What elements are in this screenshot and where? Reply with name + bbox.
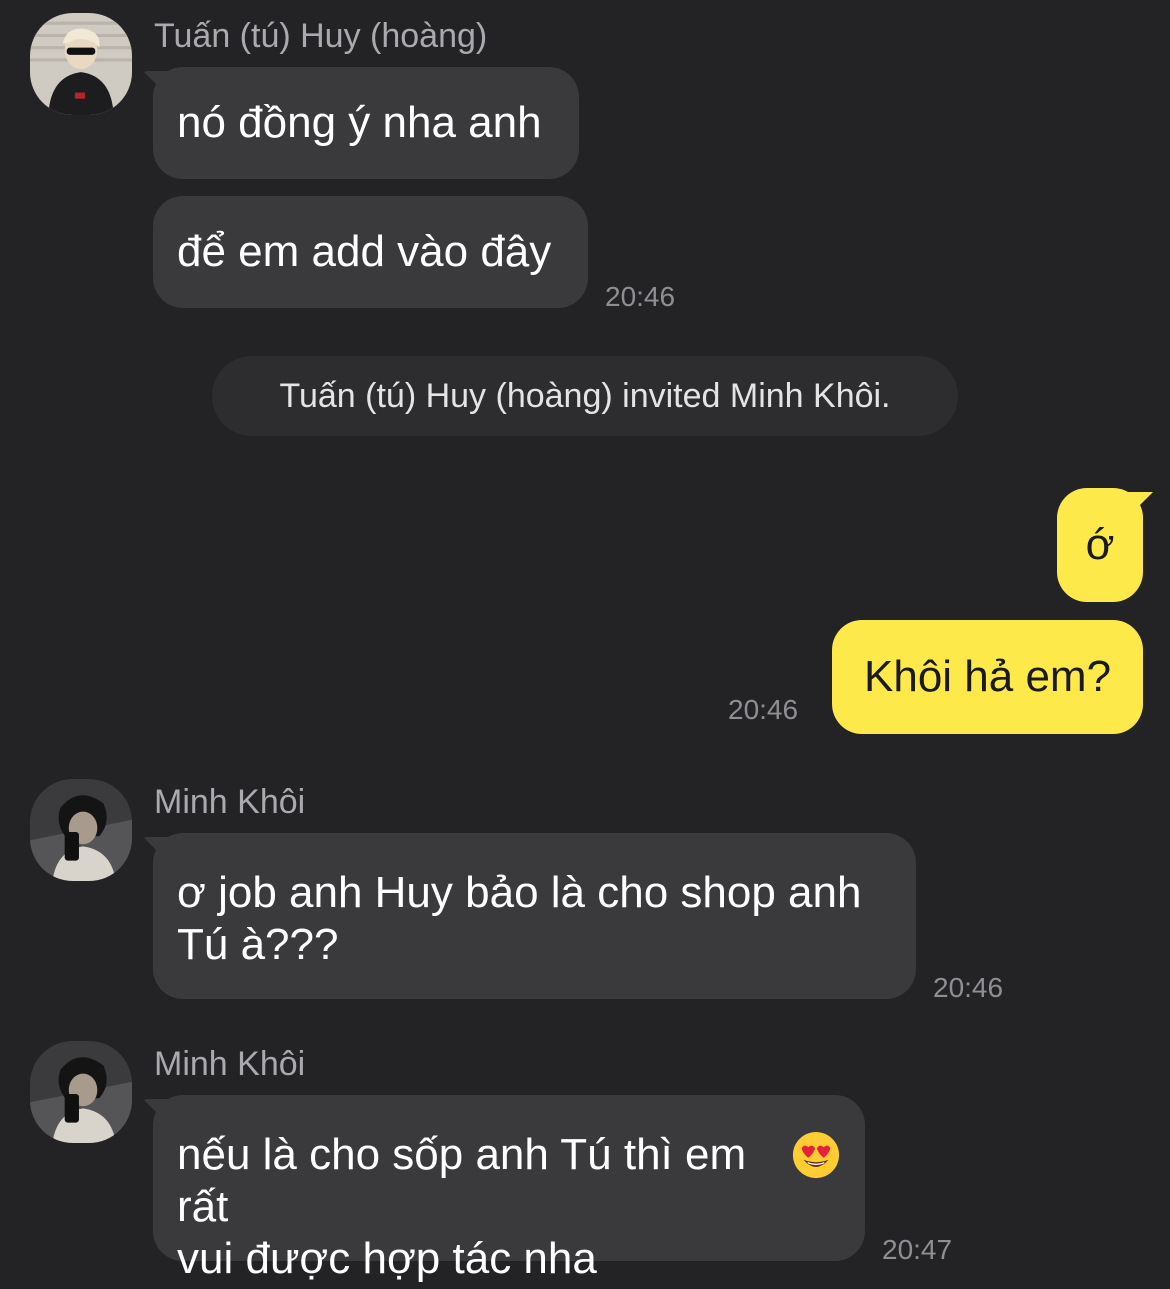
avatar-image [30, 779, 132, 881]
sender-name: Minh Khôi [154, 783, 306, 821]
message-timestamp: 20:47 [882, 1234, 953, 1265]
chat-screen: Tuấn (tú) Huy (hoàng) nó đồng ý nha anh … [0, 0, 1170, 1289]
avatar-tuan-huy[interactable] [30, 13, 132, 115]
avatar-image [30, 1041, 132, 1143]
system-notice: Tuấn (tú) Huy (hoàng) invited Minh Khôi. [212, 356, 958, 436]
message-timestamp: 20:46 [605, 281, 676, 312]
message-bubble[interactable]: ơ job anh Huy bảo là cho shop anh Tú à??… [153, 833, 916, 999]
sender-name: Tuấn (tú) Huy (hoàng) [154, 17, 488, 55]
avatar-image [30, 13, 132, 115]
message-text: ơ job anh Huy bảo là cho shop anh Tú à??… [177, 868, 862, 969]
my-message-bubble[interactable]: ớ [1057, 488, 1143, 602]
message-text: nếu là cho sốp anh Tú thì em rất vui đượ… [177, 1130, 747, 1283]
heart-eyes-emoji-icon [792, 1131, 840, 1179]
message-bubble[interactable]: nó đồng ý nha anh [153, 67, 579, 179]
message-timestamp: 20:46 [933, 972, 1004, 1003]
message-timestamp: 20:46 [728, 694, 799, 725]
avatar-minh-khoi[interactable] [30, 779, 132, 881]
message-text: ớ [1085, 520, 1115, 569]
message-bubble[interactable]: để em add vào đây [153, 196, 588, 308]
my-message-bubble[interactable]: Khôi hả em? [832, 620, 1143, 734]
message-text: nó đồng ý nha anh [177, 98, 542, 147]
message-text: Khôi hả em? [864, 652, 1112, 701]
message-bubble[interactable]: nếu là cho sốp anh Tú thì em rất vui đượ… [153, 1095, 865, 1283]
sender-name: Minh Khôi [154, 1045, 306, 1083]
system-notice-text: Tuấn (tú) Huy (hoàng) invited Minh Khôi. [279, 376, 891, 415]
avatar-minh-khoi[interactable] [30, 1041, 132, 1143]
message-text: để em add vào đây [177, 227, 552, 276]
